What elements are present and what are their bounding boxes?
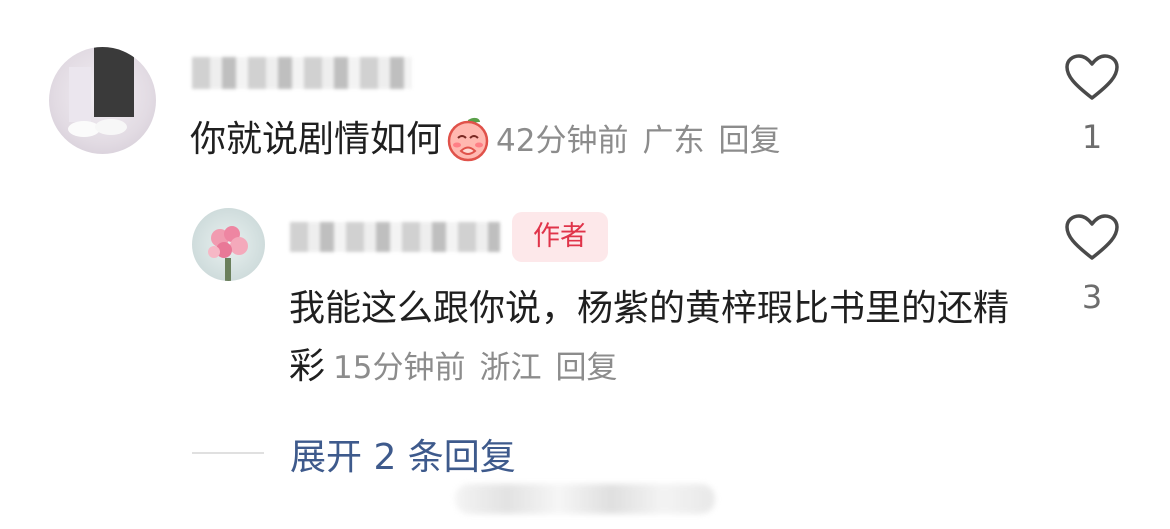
- comment-location: 浙江: [479, 350, 542, 386]
- like-count: 1: [1081, 118, 1103, 156]
- heart-icon[interactable]: [1064, 214, 1120, 262]
- avatar[interactable]: [192, 208, 265, 281]
- like-count: 3: [1081, 278, 1103, 316]
- divider: [192, 452, 264, 454]
- comment-text: 我能这么跟你说，杨紫的黄梓瑕比书里的还精彩 15分钟前 浙江 回复: [289, 280, 1029, 397]
- watermark-blurred: [455, 484, 715, 514]
- heart-icon[interactable]: [1064, 54, 1120, 102]
- comment-body: 你就说剧情如何: [190, 119, 443, 160]
- expand-replies-button[interactable]: 展开 2 条回复: [290, 428, 516, 480]
- like-button[interactable]: 1: [1062, 54, 1122, 156]
- comment-time: 42分钟前: [496, 123, 629, 159]
- reply-button[interactable]: 回复: [555, 350, 617, 386]
- avatar[interactable]: [49, 47, 156, 154]
- comment-time: 15分钟前: [333, 350, 466, 386]
- like-button[interactable]: 3: [1062, 214, 1122, 316]
- username-blurred[interactable]: [290, 222, 500, 252]
- comment-location: 广东: [642, 123, 705, 159]
- reply-button[interactable]: 回复: [718, 123, 780, 159]
- username-blurred[interactable]: [192, 57, 412, 89]
- author-badge: 作者: [512, 212, 608, 262]
- pleading-peach-emoji-icon: [444, 114, 492, 162]
- comment-text: 你就说剧情如何 42分钟前 广东 回复: [190, 114, 794, 168]
